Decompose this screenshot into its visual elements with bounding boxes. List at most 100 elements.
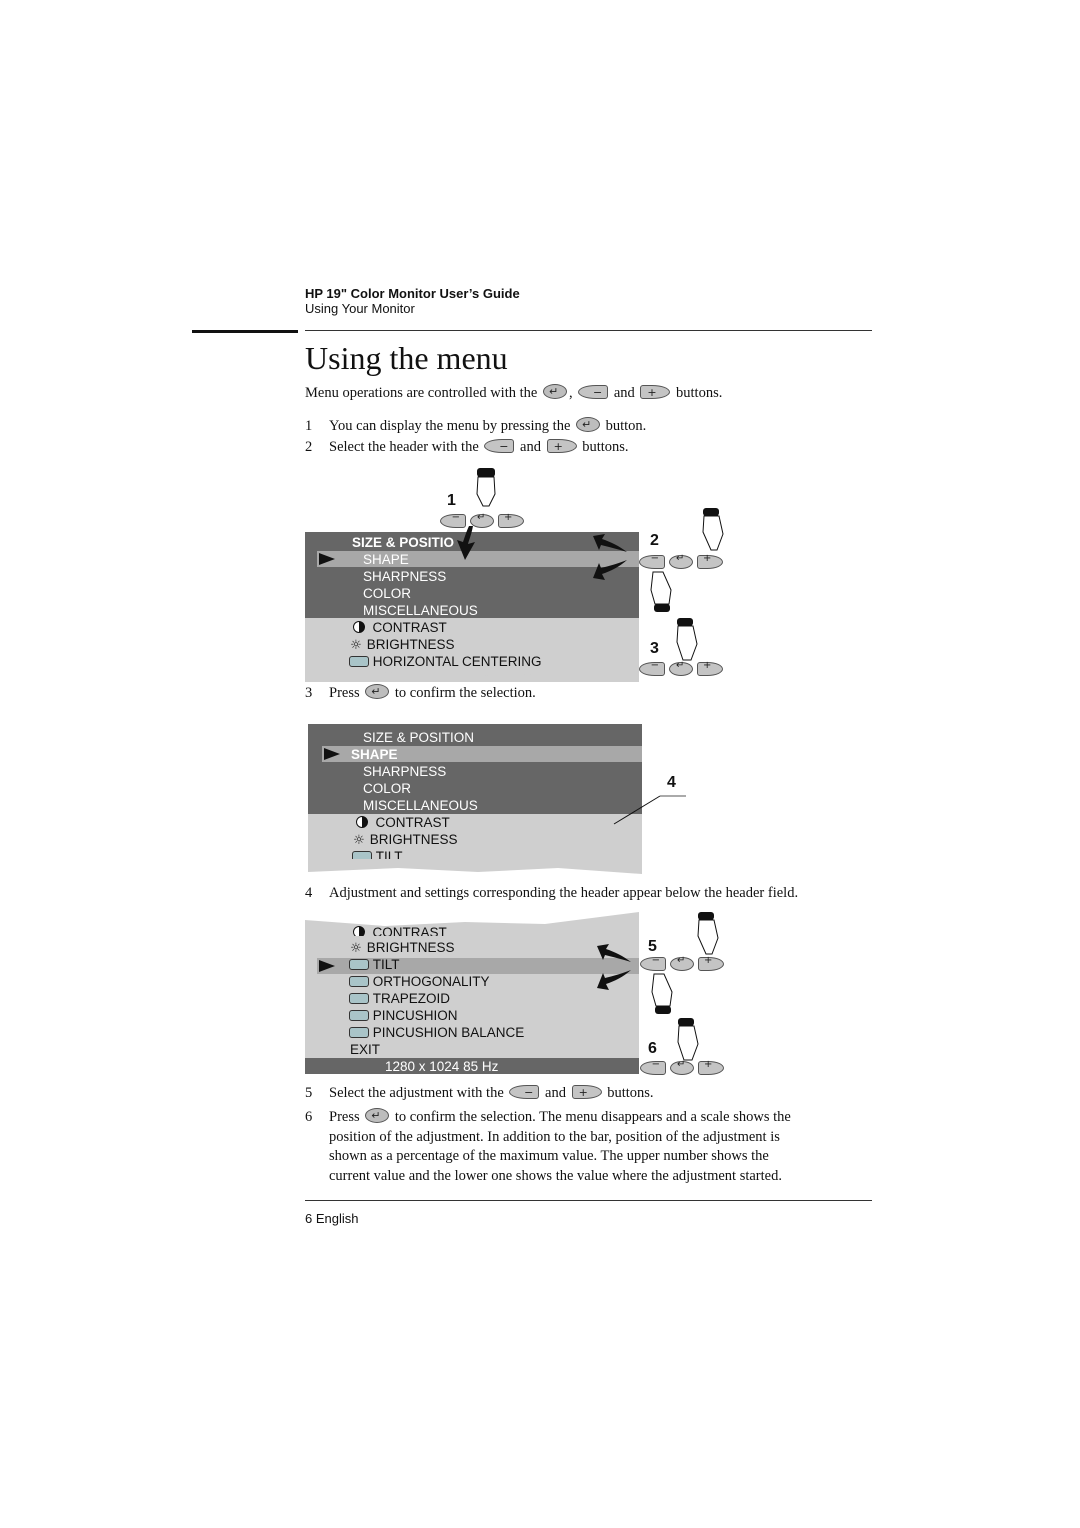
menu-item: MISCELLANEOUS: [363, 603, 478, 618]
step-and: and: [520, 439, 541, 455]
header-rule: [305, 330, 872, 331]
adjust-row: ☼ BRIGHTNESS: [350, 637, 455, 653]
minus-button-icon: [509, 1083, 540, 1102]
enter-key: ↵: [669, 660, 693, 676]
down-arrow-icon: [457, 526, 475, 560]
enter-key: ↵: [670, 1059, 694, 1075]
menu-item: SHAPE: [363, 552, 409, 567]
hand-minus-icon: [651, 973, 673, 1014]
step-number: 5: [305, 1085, 313, 1101]
enter-button-icon: [576, 415, 600, 434]
orthogonality-icon: [349, 976, 369, 987]
adjust-row: ORTHOGONALITY: [349, 973, 490, 990]
osd-menu-2: SIZE & POSITION SHAPE SHARPNESS COLOR MI…: [308, 724, 642, 876]
adjust-row: CONTRAST: [353, 924, 447, 936]
adjust-row: TILT: [352, 848, 403, 859]
step-4: 4 Adjustment and settings corresponding t…: [305, 884, 798, 903]
enter-key: ↵: [670, 955, 694, 971]
callout-3: 3: [650, 640, 659, 657]
step-6-line: current value and the lower one shows th…: [329, 1168, 782, 1184]
adjust-row: ☼ BRIGHTNESS: [353, 832, 458, 848]
enter-button-icon: [542, 382, 567, 401]
callout-2: 2: [650, 532, 659, 549]
selection-arrow-icon: [319, 960, 335, 972]
plus-key: +: [698, 955, 724, 971]
minus-button-icon: [578, 383, 609, 402]
callout-4-leader-line: [613, 795, 686, 825]
menu-item: COLOR: [363, 586, 412, 601]
plus-key: +: [698, 1059, 724, 1075]
callout-1: 1: [447, 492, 456, 509]
enter-button-icon: [365, 682, 390, 701]
selection-arrow-icon: [319, 553, 335, 565]
step-text: Adjustment and settings corresponding th…: [329, 885, 799, 901]
menu-item-selected: SHAPE: [351, 747, 398, 762]
step-number: 1: [305, 418, 313, 434]
step-6-line: shown as a percentage of the maximum val…: [329, 1148, 769, 1164]
adjust-row: PINCUSHION BALANCE: [349, 1024, 524, 1041]
brightness-icon: ☼: [350, 941, 362, 956]
step-number: 4: [305, 885, 313, 901]
osd-menu-3: CONTRAST ☼ BRIGHTNESS TILT ORTHOGONALITY…: [305, 912, 639, 1074]
step-text-after: to confirm the selection. The menu disap…: [394, 1109, 791, 1125]
step-text-after: buttons.: [582, 439, 629, 455]
hand-enter-icon: [677, 1018, 699, 1061]
tilt-icon: [349, 959, 369, 970]
brightness-icon: ☼: [353, 833, 365, 848]
menu-header: SIZE & POSITIO: [352, 535, 455, 550]
exit-item: EXIT: [350, 1042, 381, 1057]
step-text: Press: [329, 1109, 360, 1125]
intro-and: and: [613, 385, 635, 401]
resolution-status: 1280 x 1024 85 Hz: [385, 1059, 499, 1074]
contrast-icon: [353, 926, 365, 936]
step-number: 3: [305, 685, 313, 701]
page-title: Using the menu: [305, 340, 508, 376]
callout-4: 4: [667, 774, 676, 791]
adjust-row: CONTRAST: [353, 619, 447, 636]
plus-key: +: [697, 660, 723, 676]
brightness-icon: ☼: [350, 638, 362, 653]
pincushion-icon: [349, 1010, 369, 1021]
plus-button-icon: [640, 383, 671, 402]
step-1: 1 You can display the menu by pressing th…: [305, 415, 647, 436]
plus-key: +: [697, 553, 723, 569]
page-footer: 6 English: [305, 1211, 359, 1226]
menu-header: SIZE & POSITION: [363, 730, 475, 745]
plus-button-icon: [571, 1083, 602, 1102]
intro-paragraph: Menu operations are controlled with the …: [305, 382, 722, 403]
step-2: 2 Select the header with the and buttons.: [305, 437, 629, 457]
step-3: 3 Press to confirm the selection.: [305, 682, 536, 703]
keypad-3: − ↵ +: [639, 660, 723, 676]
step-number: 2: [305, 439, 313, 455]
step-6: 6 Press to confirm the selection. The men…: [305, 1106, 791, 1127]
intro-text: Menu operations are controlled with the: [305, 385, 538, 401]
pressing-hand-icon: [476, 468, 496, 507]
adjust-row: HORIZONTAL CENTERING: [349, 653, 542, 670]
minus-key: −: [639, 553, 665, 569]
step-text-after: buttons.: [607, 1085, 654, 1101]
plus-key: +: [498, 512, 524, 528]
intro-sep: ,: [568, 385, 573, 401]
plus-button-icon: [546, 437, 577, 456]
contrast-icon: [353, 621, 365, 633]
hand-enter-icon: [676, 618, 698, 661]
adjust-row-selected: TILT: [349, 956, 400, 973]
minus-button-icon: [484, 437, 515, 456]
keypad-6: − ↵ +: [640, 1059, 724, 1075]
adjust-row: TRAPEZOID: [349, 990, 450, 1007]
step-text-after: button.: [605, 418, 647, 434]
keypad-2: − ↵ +: [639, 553, 723, 569]
enter-key: ↵: [669, 553, 693, 569]
cycle-arrows-icon: [597, 944, 631, 990]
menu-item: MISCELLANEOUS: [363, 798, 478, 813]
pincushion-balance-icon: [349, 1027, 369, 1038]
callout-5: 5: [648, 938, 657, 955]
document-title: HP 19" Color Monitor User’s Guide: [305, 286, 520, 301]
enter-button-icon: [365, 1106, 390, 1125]
tilt-icon: [352, 851, 372, 859]
hand-minus-icon: [650, 571, 672, 612]
step-text: Select the adjustment with the: [329, 1085, 504, 1101]
minus-key: −: [640, 955, 666, 971]
menu-item: SHARPNESS: [363, 569, 447, 584]
osd-menu-1: SIZE & POSITIO SHAPE SHARPNESS COLOR MIS…: [305, 526, 639, 682]
